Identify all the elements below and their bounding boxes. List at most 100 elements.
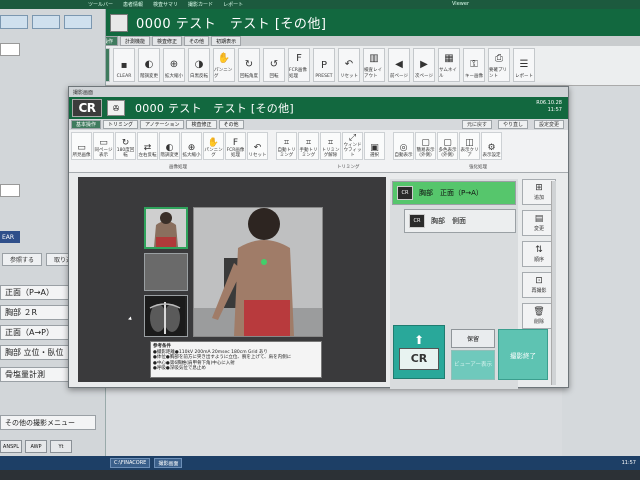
reset-button[interactable]: ↶ リセット	[247, 132, 268, 160]
thumbnail-button[interactable]: ▦ サムネイル	[438, 48, 460, 82]
tab-trimming[interactable]: トリミング	[103, 120, 139, 129]
next-page-button[interactable]: ▶ 次ページ	[413, 48, 435, 82]
finding-image-button[interactable]: ▭ 所見画像	[71, 132, 92, 160]
left-field-1[interactable]	[0, 43, 20, 56]
tab-exam-edit[interactable]: 検査修正	[186, 120, 217, 129]
end-capture-button[interactable]: 撮影終了	[498, 329, 548, 380]
taskbar-clock: 11:57	[621, 460, 636, 466]
lower-button[interactable]: Yt	[50, 440, 72, 453]
reset-button[interactable]: ↶ リセット	[338, 48, 360, 82]
fcr-button[interactable]: F FCR画像処理	[288, 48, 310, 82]
undo-redo-area: 元に戻す やり直し 設定変更	[461, 120, 564, 129]
auto-display-button[interactable]: ◎ 自動表示	[393, 132, 414, 160]
background-title: 0000 テスト テスト [その他]	[136, 17, 327, 32]
reference-button[interactable]: 参照する	[2, 253, 42, 266]
protocol-item-selected[interactable]: CR 胸部 正面（P→A）	[392, 181, 516, 205]
tab-initial[interactable]: 初期表示	[211, 36, 242, 46]
top-item[interactable]: 撮影カード	[188, 1, 213, 8]
contrast-button[interactable]: ◐ 階調変更	[138, 48, 160, 82]
chest-xray-thumbnail	[145, 296, 185, 336]
trim-release-button[interactable]: ⌗ トリミング解除	[320, 132, 341, 160]
protocol-item[interactable]: CR 胸部 側面	[404, 209, 516, 233]
rotate-180-button[interactable]: ↻ 180度回転	[115, 132, 136, 160]
tab-annotation[interactable]: アノテーション	[140, 120, 185, 129]
hold-button[interactable]: 保留	[451, 329, 495, 348]
ribbon-separator	[269, 132, 275, 170]
clear-button[interactable]: ▪ CLEAR	[113, 48, 135, 82]
annotation-line: ●呼吸●深吸気位で息止め	[153, 366, 206, 371]
zoom-icon: ⊕	[169, 59, 179, 70]
protocol-label: 胸部 正面（P→A）	[419, 189, 483, 197]
left-dropdown[interactable]	[0, 184, 20, 197]
fcr-button[interactable]: F FCR画像処理	[225, 132, 246, 160]
pan-button[interactable]: ✋ パンニング	[213, 48, 235, 82]
clear-icon: ◫	[465, 138, 474, 148]
left-top-buttons	[0, 15, 92, 29]
multi-display-button[interactable]: ▢ 多色表示(外側)	[437, 132, 458, 160]
tab-basic[interactable]: 基本操作	[71, 120, 102, 129]
preset-button[interactable]: P PRESET	[313, 48, 335, 82]
image-viewer[interactable]	[193, 207, 323, 337]
taskbar-item[interactable]: C:\FINACORE	[110, 458, 151, 468]
left-button-2[interactable]	[32, 15, 60, 29]
dialog-header: CR ✇ 0000 テスト テスト [その他] R06.10.28 11:57	[69, 97, 568, 119]
cr-icon: CR	[409, 214, 425, 228]
undo-button[interactable]: 元に戻す	[461, 120, 492, 129]
top-item[interactable]: ツールバー	[88, 1, 113, 8]
lower-button[interactable]: ANSPL	[0, 440, 22, 453]
display-setting-button[interactable]: ⚙ 表示設定	[481, 132, 502, 160]
tab-other[interactable]: その他	[184, 36, 210, 46]
thumbnail-xray[interactable]	[144, 295, 188, 337]
simple-display-button[interactable]: ▢ 簡易表示(外側)	[415, 132, 436, 160]
top-item[interactable]: 検査サマリ	[153, 1, 178, 8]
dialog-ribbon: ▭ 所見画像 ▭ 同ページ表示 ↻ 180度回転 ⇄ 左右反転 ◐ 階調変更 ⊕ 拡大縮小 …	[69, 130, 568, 173]
contrast-button[interactable]: ◐ 階調変更	[159, 132, 180, 160]
viewer-display-button[interactable]: ビューアー表示	[451, 350, 495, 380]
invert-button[interactable]: ◑ 白黒反転	[188, 48, 210, 82]
tab-measure[interactable]: 計測機能	[120, 36, 151, 46]
print-button[interactable]: ⎙ 要確プリント	[488, 48, 510, 82]
ribbon-separator	[386, 132, 392, 170]
settings-button[interactable]: 設定変更	[533, 120, 564, 129]
thumbnail-empty[interactable]	[144, 253, 188, 291]
layout-icon: ▥	[369, 53, 379, 64]
left-button-3[interactable]	[64, 15, 92, 29]
layout-button[interactable]: ▥ 検査レイアウト	[363, 48, 385, 82]
cr-capture-button[interactable]: ⬆ CR	[393, 325, 445, 379]
top-item[interactable]: レポート	[223, 1, 243, 8]
setting-icon: ⚙	[487, 143, 496, 153]
background-header: 0000 テスト テスト [その他]	[106, 9, 640, 36]
redo-button[interactable]: やり直し	[497, 120, 528, 129]
thumbnail-selected[interactable]	[144, 207, 188, 249]
lower-button[interactable]: AWP	[25, 440, 47, 453]
datetime: R06.10.28 11:57	[536, 100, 562, 114]
tab-exam-edit[interactable]: 検査修正	[152, 36, 183, 46]
same-page-button[interactable]: ▭ 同ページ表示	[93, 132, 114, 160]
manual-trim-button[interactable]: ⌗ 手動トリミング	[298, 132, 319, 160]
window-fit-button[interactable]: ⤢ ウィンドウフィット	[342, 132, 363, 160]
pan-button[interactable]: ✋ パンニング	[203, 132, 224, 160]
zoom-button[interactable]: ⊕ 拡大縮小	[163, 48, 185, 82]
tab-other[interactable]: その他	[218, 120, 244, 129]
display-clear-button[interactable]: ◫ 表示クリア	[459, 132, 480, 160]
zoom-button[interactable]: ⊕ 拡大縮小	[181, 132, 202, 160]
prev-page-button[interactable]: ◀ 前ページ	[388, 48, 410, 82]
dialog-tabs: 基本操作 トリミング アノテーション 検査修正 その他 元に戻す やり直し 設定…	[69, 119, 568, 130]
auto-trim-button[interactable]: ⌗ 自動トリミング	[276, 132, 297, 160]
select-button[interactable]: ▣ 選択	[364, 132, 385, 160]
top-item[interactable]: 患者情報	[123, 1, 143, 8]
key-image-button[interactable]: ⚿ キー画像	[463, 48, 485, 82]
other-menu-button[interactable]: その他の撮影メニュー	[0, 415, 96, 430]
left-button-1[interactable]	[0, 15, 28, 29]
change-icon: ▤	[534, 214, 544, 224]
report-icon: ☰	[519, 59, 529, 70]
action-buttons: ⬆ CR 保留 ビューアー表示 撮影終了	[393, 325, 553, 385]
contrast-icon: ◐	[165, 143, 174, 153]
rotate-button[interactable]: ↺ 回転	[263, 48, 285, 82]
flip-button[interactable]: ⇄ 左右反転	[137, 132, 158, 160]
rotate-angle-button[interactable]: ↻ 回転角度	[238, 48, 260, 82]
report-button[interactable]: ☰ レポート	[513, 48, 535, 82]
hand-icon: ✋	[207, 138, 220, 148]
taskbar-item[interactable]: 撮影画面	[154, 458, 183, 468]
fcr-icon: F	[296, 53, 302, 64]
